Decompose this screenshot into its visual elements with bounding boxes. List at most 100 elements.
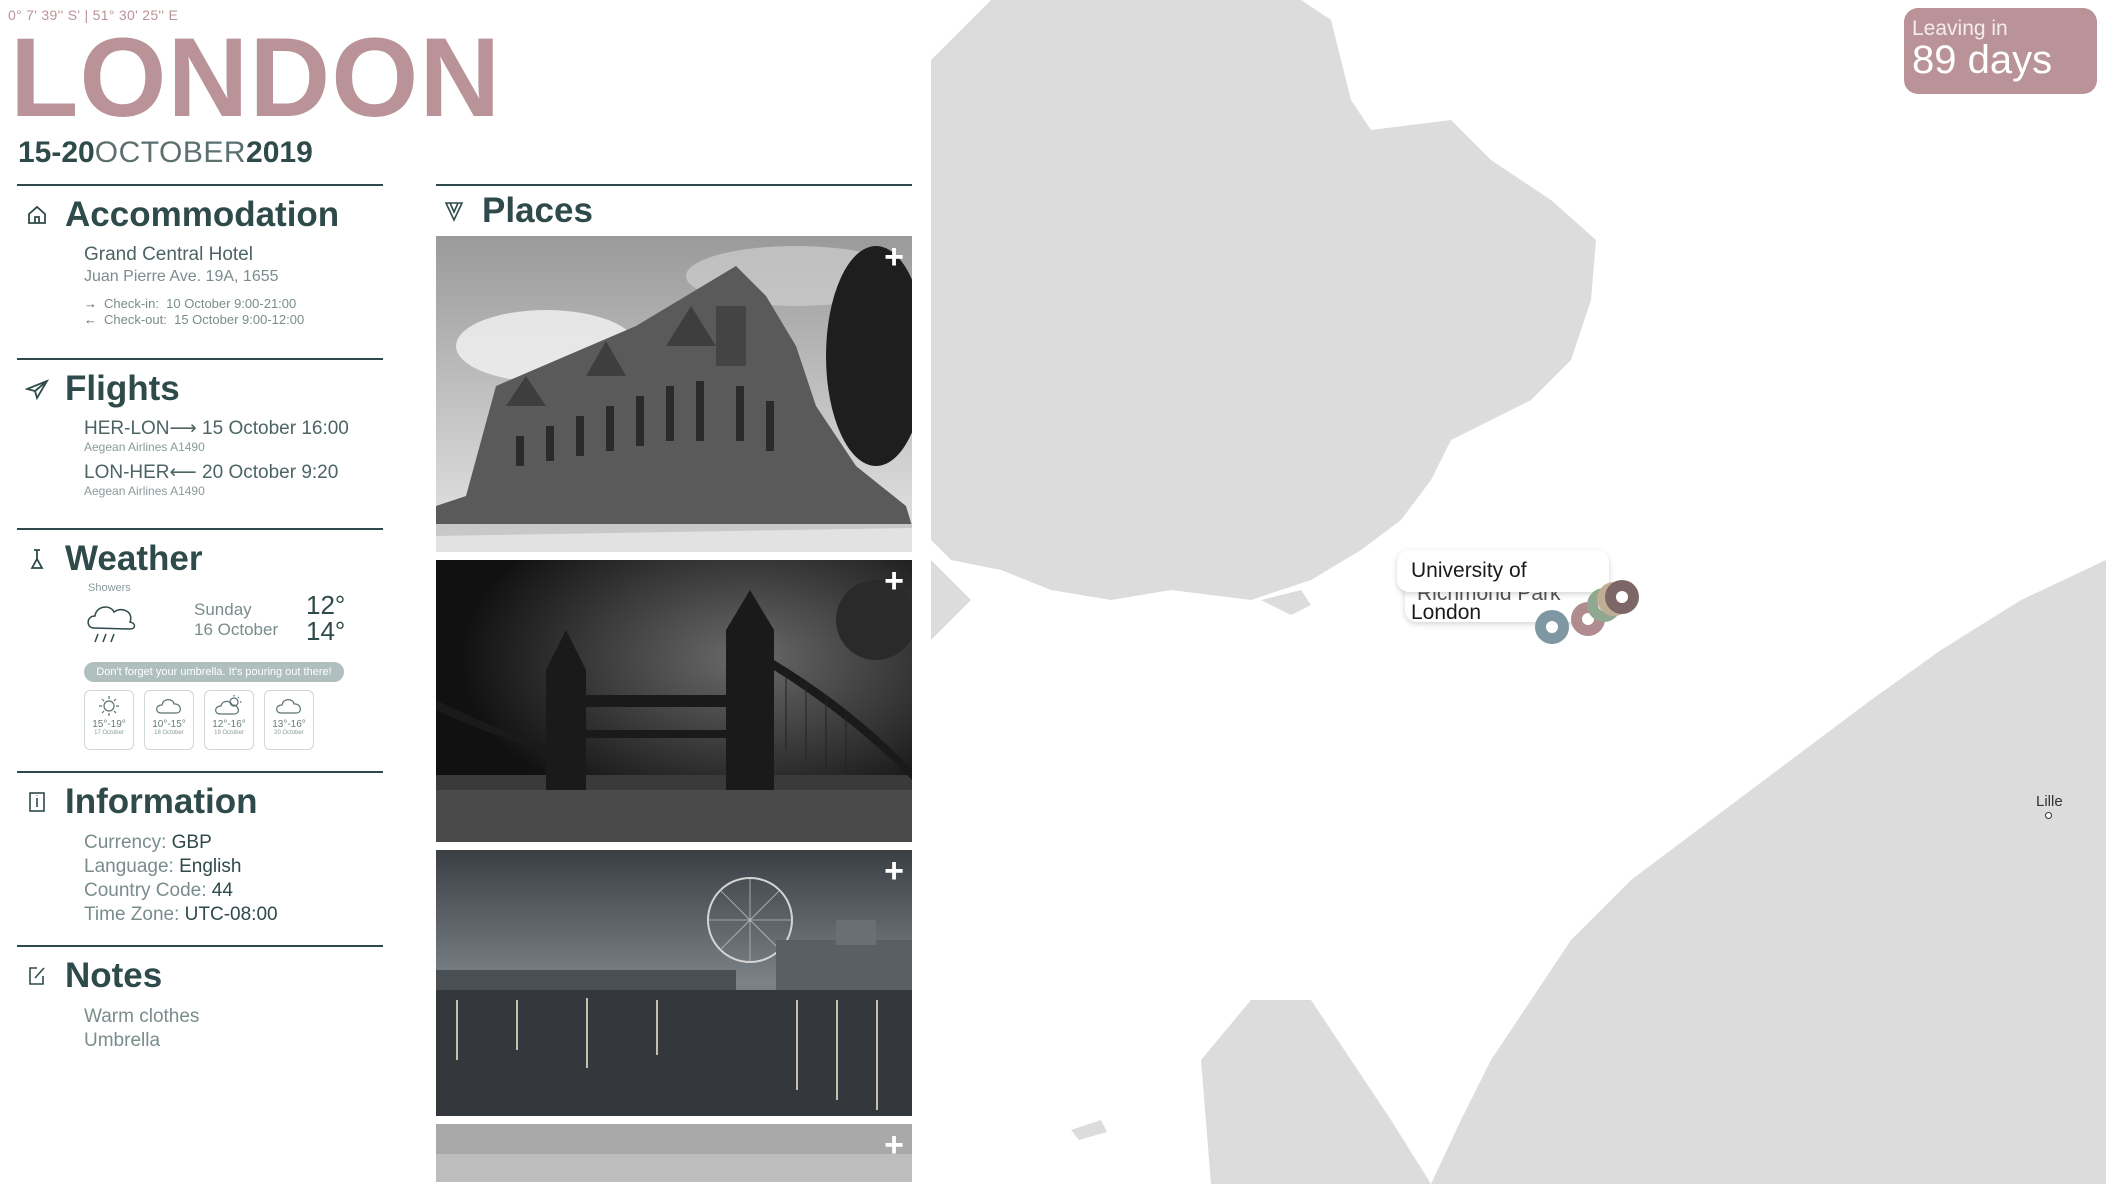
- countdown-value: 89 days: [1912, 38, 2053, 82]
- note-item[interactable]: Warm clothes: [84, 1005, 383, 1029]
- checkin-row: → Check-in: 10 October 9:00-21:00: [84, 296, 383, 312]
- hotel-address: Juan Pierre Ave. 19A, 1655: [84, 268, 279, 285]
- place-photo-college: [436, 236, 912, 552]
- map-tooltip-primary[interactable]: University of London: [1397, 550, 1609, 624]
- dates-year: 2019: [246, 136, 313, 169]
- forecast-day[interactable]: 10°-15° 18 October: [144, 690, 194, 750]
- check-times: → Check-in: 10 October 9:00-21:00 ← Check-…: [84, 296, 383, 328]
- places-column: Places + + + +: [436, 184, 912, 1184]
- weather-today: Showers Sunday 16 October 12° 14°: [84, 582, 383, 660]
- arrow-left-icon: ←: [84, 312, 97, 327]
- checkout-label: Check-out:: [104, 312, 167, 327]
- forecast-date: 18 October: [154, 730, 184, 736]
- add-place-button[interactable]: +: [884, 854, 904, 888]
- info-label: Time Zone:: [84, 904, 180, 925]
- pin-outline-icon: [440, 197, 468, 225]
- forecast-day[interactable]: 12°-16° 19 October: [204, 690, 254, 750]
- map-city-dot: [2045, 812, 2052, 819]
- rain-cloud-icon: [87, 606, 136, 643]
- trip-dates: 15-20OCTOBER2019: [18, 138, 313, 168]
- note-item[interactable]: Umbrella: [84, 1029, 383, 1053]
- forecast-date: 20 October: [274, 730, 304, 736]
- arrow-left-icon: ⟵: [169, 462, 197, 483]
- info-language: Language: English: [84, 855, 383, 879]
- information-header: Information: [17, 773, 383, 831]
- checkout-value: 15 October 9:00-12:00: [174, 312, 305, 327]
- info-value: 44: [211, 880, 233, 901]
- info-value: GBP: [171, 832, 212, 853]
- place-card[interactable]: +: [436, 560, 912, 842]
- cloud-icon: [276, 699, 301, 714]
- weather-banner: Don't forget your umbrella. It's pouring…: [84, 662, 344, 682]
- paper-plane-icon: [23, 375, 51, 403]
- place-photo-tower-bridge: [436, 560, 912, 842]
- flight-route: HER-LON: [84, 418, 170, 439]
- place-photo-london-eye: [436, 850, 912, 1116]
- thermometer-icon: [23, 545, 51, 573]
- information-body: Currency: GBP Language: English Country …: [17, 831, 383, 927]
- forecast-temp: 10°-15°: [152, 719, 186, 730]
- partly-cloudy-icon: [215, 695, 242, 715]
- info-book-icon: [23, 788, 51, 816]
- dates-month: OCTOBER: [94, 136, 247, 169]
- arrow-right-icon: ⟶: [169, 418, 197, 439]
- add-place-button[interactable]: +: [884, 240, 904, 274]
- info-column: Accommodation Grand Central Hotel Juan P…: [17, 184, 383, 1065]
- info-value: English: [179, 856, 242, 877]
- flight-airline: Aegean Airlines A1490: [84, 440, 205, 454]
- weather-header: Weather: [17, 530, 383, 588]
- map-pin-blue[interactable]: [1535, 610, 1569, 644]
- checkin-label: Check-in:: [104, 296, 159, 311]
- accommodation-body: Grand Central Hotel Juan Pierre Ave. 19A…: [17, 244, 383, 328]
- accommodation-title: Accommodation: [65, 195, 340, 234]
- temp-high: 14°: [306, 616, 346, 646]
- notes-section: Notes Warm clothes Umbrella: [17, 945, 383, 1065]
- info-value: UTC-08:00: [184, 904, 278, 925]
- weather-date: 16 October: [194, 620, 279, 639]
- place-card[interactable]: +: [436, 1124, 912, 1182]
- checkout-row: ← Check-out: 15 October 9:00-12:00: [84, 312, 383, 328]
- forecast-date: 19 October: [214, 730, 244, 736]
- add-place-button[interactable]: +: [884, 1128, 904, 1162]
- flight-return: LON-HER⟵ 20 October 9:20: [84, 462, 383, 484]
- forecast-day[interactable]: 13°-16° 20 October: [264, 690, 314, 750]
- forecast-temp: 15°-19°: [92, 719, 126, 730]
- add-place-button[interactable]: +: [884, 564, 904, 598]
- forecast-temp: 13°-16°: [272, 719, 306, 730]
- accommodation-header: Accommodation: [17, 186, 383, 244]
- dates-range: 15-20: [18, 136, 95, 169]
- places-header: Places: [436, 186, 912, 236]
- map-view[interactable]: Richmond Park University of London: [931, 0, 2106, 1184]
- flight-outbound: HER-LON⟶ 15 October 16:00: [84, 418, 383, 440]
- notes-title: Notes: [65, 956, 163, 995]
- flights-header: Flights: [17, 360, 383, 418]
- info-label: Language:: [84, 856, 174, 877]
- notes-body: Warm clothes Umbrella: [17, 1005, 383, 1053]
- info-time-zone: Time Zone: UTC-08:00: [84, 903, 383, 927]
- arrow-right-icon: →: [84, 296, 97, 311]
- weather-section: Weather Showers Sunday 16 October 12° 14…: [17, 528, 383, 771]
- map-city-label: Lille: [2036, 793, 2063, 810]
- weather-day: Sunday 16 October: [194, 600, 278, 640]
- forecast-date: 17 October: [94, 730, 124, 736]
- weather-temps: 12° 14°: [306, 592, 345, 644]
- weather-condition: Showers: [88, 582, 131, 594]
- map-pin-brown[interactable]: [1605, 580, 1639, 614]
- place-card[interactable]: +: [436, 850, 912, 1116]
- home-icon: [23, 201, 51, 229]
- information-section: Information Currency: GBP Language: Engl…: [17, 771, 383, 945]
- forecast-day[interactable]: 15°-19° 17 October: [84, 690, 134, 750]
- sun-icon: [99, 696, 119, 716]
- forecast-list: 15°-19° 17 October 10°-15° 18 October 12…: [84, 690, 383, 750]
- info-label: Currency:: [84, 832, 167, 853]
- flights-title: Flights: [65, 369, 180, 408]
- city-title: LONDON: [10, 15, 502, 140]
- weather-weekday: Sunday: [194, 600, 252, 619]
- weather-body: Showers Sunday 16 October 12° 14° Don't …: [17, 582, 383, 750]
- flights-section: Flights HER-LON⟶ 15 October 16:00 Aegean…: [17, 358, 383, 528]
- place-card[interactable]: +: [436, 236, 912, 552]
- flights-body: HER-LON⟶ 15 October 16:00 Aegean Airline…: [17, 418, 383, 498]
- flight-airline: Aegean Airlines A1490: [84, 484, 205, 498]
- forecast-temp: 12°-16°: [212, 719, 246, 730]
- places-section: Places + + + +: [436, 184, 912, 1182]
